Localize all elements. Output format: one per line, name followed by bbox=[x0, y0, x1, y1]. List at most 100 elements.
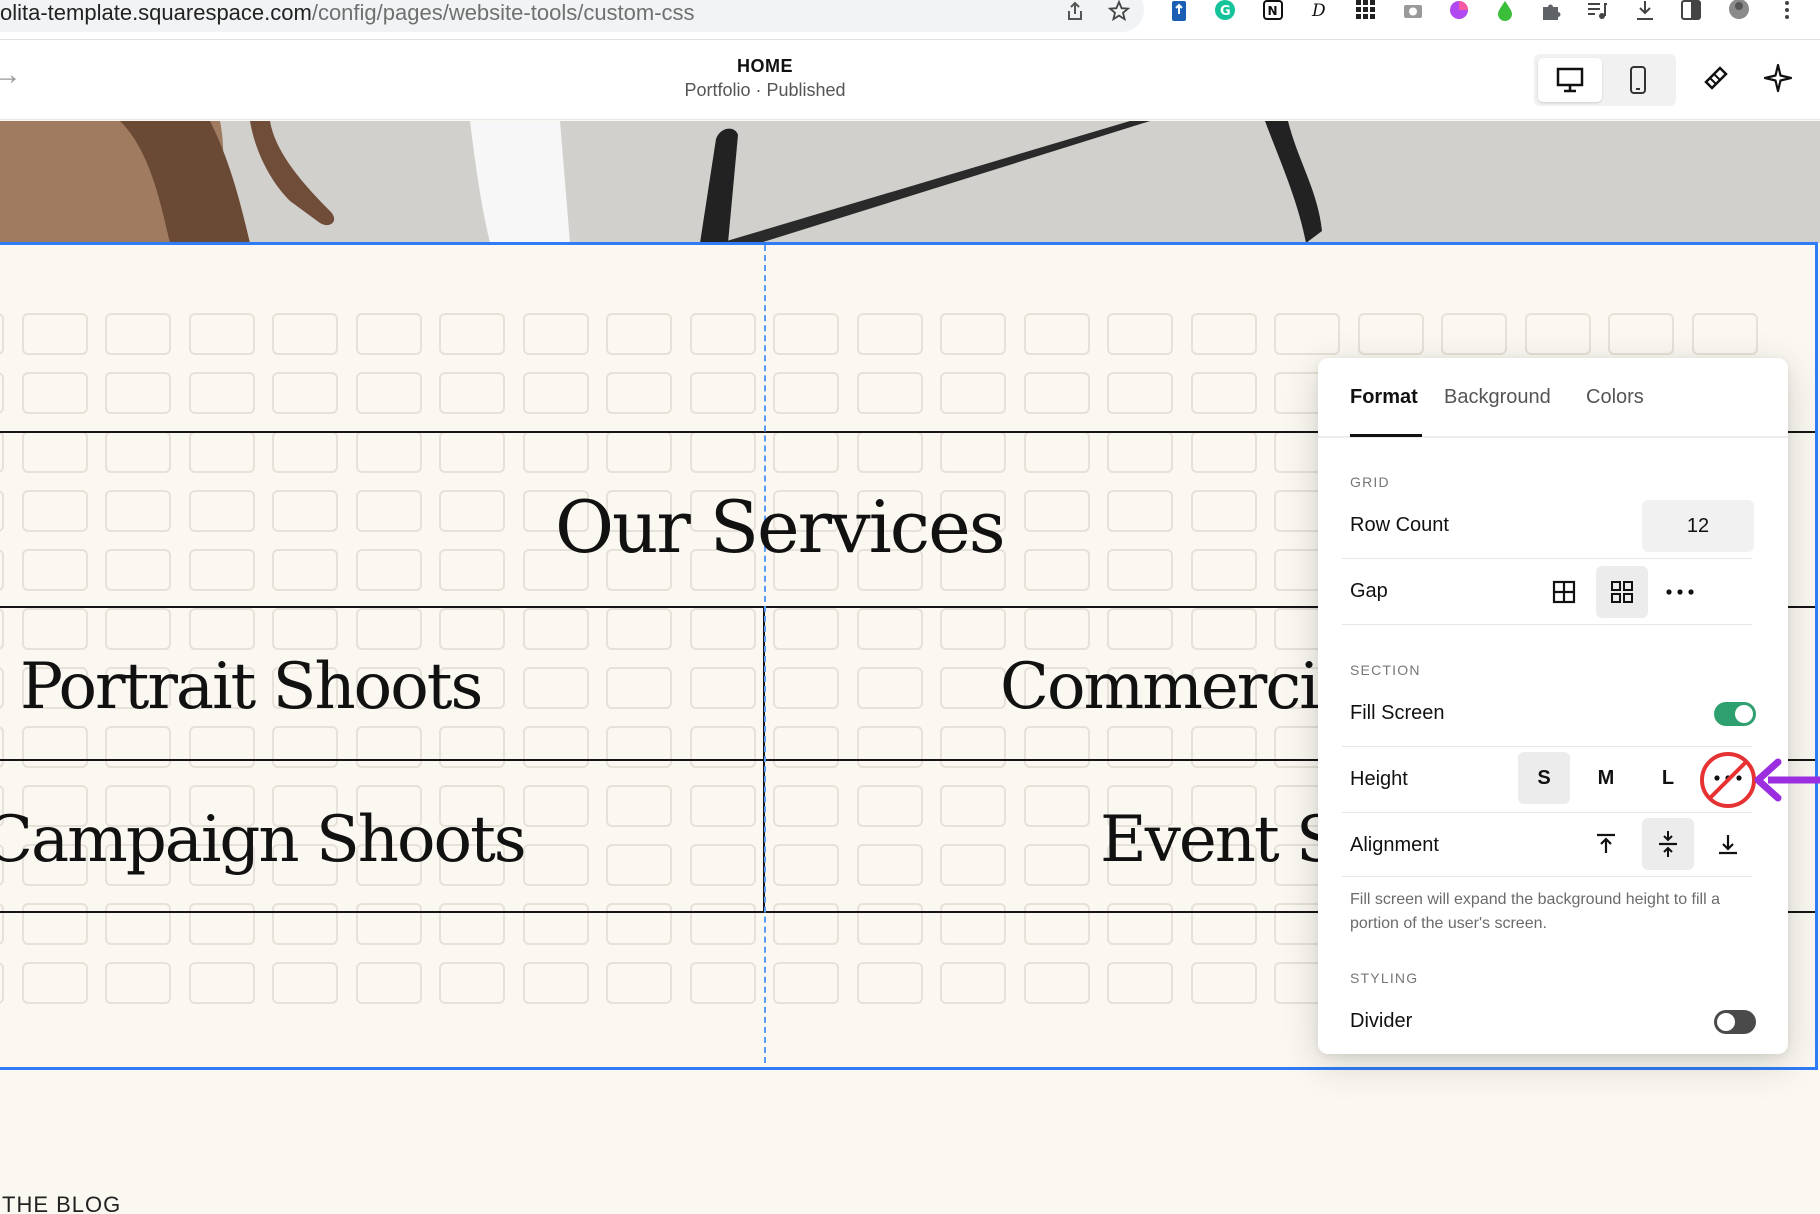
grid-cell bbox=[355, 608, 422, 650]
extension-upload-icon[interactable] bbox=[1166, 0, 1192, 22]
grid-cell bbox=[522, 431, 589, 473]
height-l-button[interactable]: L bbox=[1642, 752, 1694, 804]
height-m-button[interactable]: M bbox=[1580, 752, 1632, 804]
grid-cell bbox=[773, 313, 839, 355]
fill-screen-toggle[interactable] bbox=[1714, 702, 1756, 726]
bookmark-star-icon[interactable] bbox=[1106, 0, 1132, 22]
grid-cell bbox=[272, 313, 338, 355]
grid-cell bbox=[1190, 549, 1257, 591]
leaf-drop-icon[interactable] bbox=[1492, 0, 1518, 22]
gap-small-button[interactable] bbox=[1596, 566, 1648, 618]
url-host: olita-template.squarespace.com bbox=[0, 0, 312, 25]
panel-tabs: Format Background Colors bbox=[1318, 358, 1788, 438]
service-campaign[interactable]: Campaign Shoots bbox=[0, 803, 527, 877]
grid-cell bbox=[606, 372, 672, 414]
ai-assist-button[interactable] bbox=[1760, 60, 1796, 96]
grid-cell bbox=[105, 372, 171, 414]
grid-cell bbox=[1274, 313, 1340, 355]
notion-icon[interactable]: N bbox=[1260, 0, 1286, 22]
tab-background[interactable]: Background bbox=[1444, 386, 1551, 409]
grid-cell bbox=[1190, 608, 1257, 650]
grid-cell bbox=[940, 726, 1006, 768]
alignment-label: Alignment bbox=[1350, 834, 1439, 856]
center-guide-line bbox=[764, 245, 766, 1067]
height-s-button[interactable]: S bbox=[1518, 752, 1570, 804]
grid-cell bbox=[1023, 490, 1090, 532]
grid-cell bbox=[940, 313, 1006, 355]
grid-cell bbox=[856, 431, 923, 473]
grid-cell bbox=[606, 844, 672, 886]
grid-cell bbox=[1107, 903, 1173, 945]
desktop-view-button[interactable] bbox=[1538, 58, 1602, 102]
hero-image bbox=[0, 121, 1820, 243]
grid-cell bbox=[0, 903, 4, 945]
grid-cell bbox=[439, 726, 505, 768]
grid-cell bbox=[1023, 313, 1090, 355]
divider bbox=[1342, 746, 1752, 747]
side-panel-icon[interactable] bbox=[1678, 0, 1704, 22]
divider bbox=[1342, 876, 1752, 877]
mobile-view-button[interactable] bbox=[1606, 58, 1670, 102]
grid-cell bbox=[0, 962, 4, 1004]
tab-colors[interactable]: Colors bbox=[1586, 386, 1644, 409]
grid-cell bbox=[21, 962, 88, 1004]
grid-cell bbox=[0, 608, 4, 650]
grid-cell bbox=[773, 608, 839, 650]
fill-screen-label: Fill Screen bbox=[1350, 702, 1445, 724]
align-bottom-button[interactable] bbox=[1702, 818, 1754, 870]
grid-cell bbox=[21, 726, 88, 768]
service-portrait[interactable]: Portrait Shoots bbox=[20, 650, 483, 724]
grid-cell bbox=[773, 667, 839, 709]
grid-cell bbox=[940, 608, 1006, 650]
grid-cell bbox=[1190, 962, 1257, 1004]
grid-cell bbox=[689, 844, 756, 886]
section-heading[interactable]: Our Services bbox=[555, 485, 1006, 569]
section-format-panel: Format Background Colors GRID Row Count … bbox=[1318, 358, 1788, 1054]
sparkle-icon bbox=[1763, 63, 1793, 93]
grid-cell bbox=[1107, 608, 1173, 650]
download-icon[interactable] bbox=[1632, 0, 1658, 22]
gap-custom-button[interactable] bbox=[1654, 566, 1706, 618]
grid-cell bbox=[689, 372, 756, 414]
divider-toggle[interactable] bbox=[1714, 1010, 1756, 1034]
grid-cell bbox=[188, 372, 255, 414]
grid-cell bbox=[355, 490, 422, 532]
service-commercial[interactable]: Commerci bbox=[1000, 650, 1320, 724]
grid-cell bbox=[272, 372, 338, 414]
grid-cell bbox=[439, 431, 505, 473]
script-d-icon[interactable]: D bbox=[1306, 0, 1332, 22]
url-path: /config/pages/website-tools/custom-css bbox=[311, 0, 695, 25]
grid-cell bbox=[0, 372, 4, 414]
url-text[interactable]: olita-template.squarespace.com/config/pa… bbox=[0, 0, 695, 26]
browser-menu-icon[interactable] bbox=[1774, 0, 1800, 22]
grid-cell bbox=[105, 608, 171, 650]
align-middle-button[interactable] bbox=[1642, 818, 1694, 870]
annotation-arrow bbox=[1754, 758, 1820, 802]
grid-cell bbox=[856, 372, 923, 414]
more-dots-icon bbox=[1666, 589, 1694, 595]
grid-cell bbox=[21, 431, 88, 473]
row-count-input[interactable]: 12 bbox=[1642, 500, 1754, 552]
grid-cell bbox=[105, 490, 171, 532]
address-bar[interactable]: olita-template.squarespace.com/config/pa… bbox=[0, 0, 1144, 32]
profile-avatar-icon[interactable] bbox=[1726, 0, 1752, 22]
device-toggle bbox=[1534, 54, 1676, 106]
grid-cell bbox=[1107, 490, 1173, 532]
apps-grid-icon[interactable] bbox=[1352, 0, 1378, 22]
tab-format[interactable]: Format bbox=[1350, 386, 1418, 409]
svg-text:D: D bbox=[1311, 1, 1326, 21]
grammarly-icon[interactable]: G bbox=[1212, 0, 1238, 22]
camera-icon[interactable] bbox=[1400, 0, 1426, 22]
puzzle-extension-icon[interactable] bbox=[1538, 0, 1564, 22]
color-picker-icon[interactable] bbox=[1446, 0, 1472, 22]
gap-large-button[interactable] bbox=[1538, 566, 1590, 618]
grid-cell bbox=[1107, 372, 1173, 414]
site-styles-button[interactable] bbox=[1698, 60, 1734, 96]
grid-cell bbox=[1023, 962, 1090, 1004]
group-label-styling: STYLING bbox=[1350, 970, 1419, 986]
align-top-button[interactable] bbox=[1580, 818, 1632, 870]
share-icon[interactable] bbox=[1062, 0, 1088, 22]
grid-cell bbox=[1608, 313, 1674, 355]
media-queue-icon[interactable] bbox=[1584, 0, 1610, 22]
service-event[interactable]: Event S bbox=[1100, 803, 1340, 877]
